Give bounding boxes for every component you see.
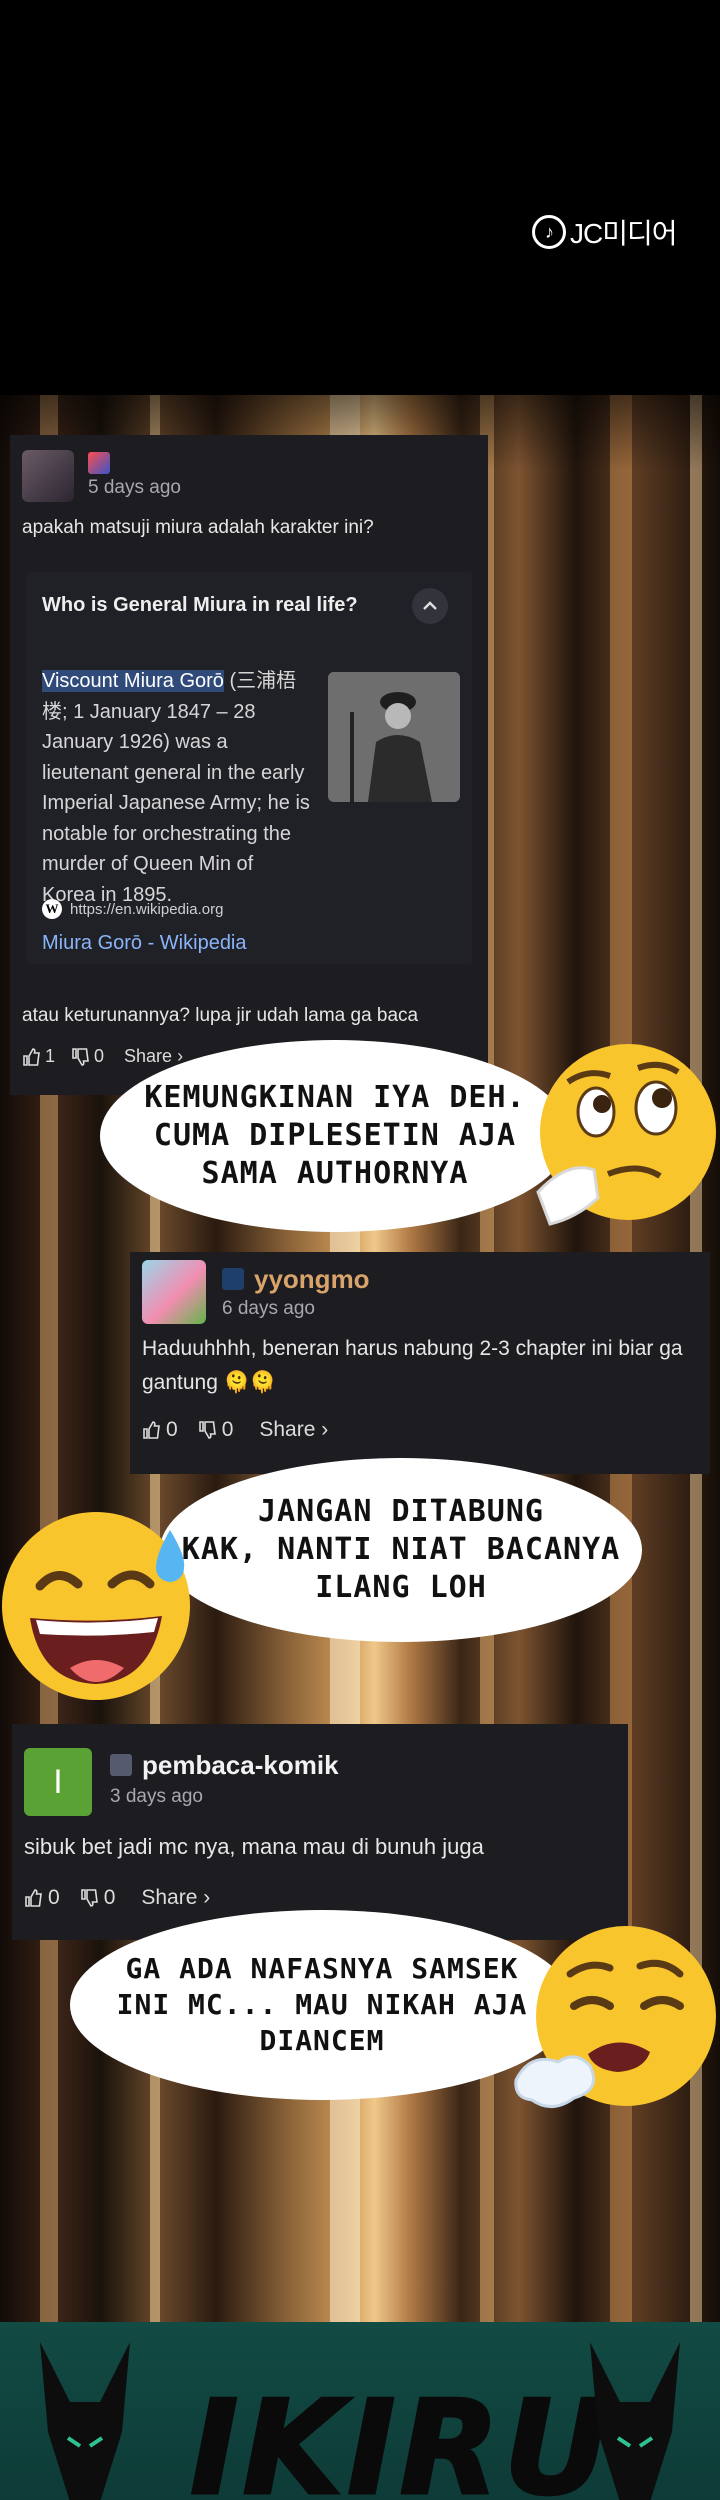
rank-badge-icon xyxy=(222,1268,244,1290)
dislike-count: 0 xyxy=(103,1886,116,1909)
like-button[interactable]: 0 xyxy=(24,1886,60,1910)
sweat-smile-icon xyxy=(0,1506,200,1707)
dislike-count: 0 xyxy=(94,1046,105,1066)
exhaling-face-icon xyxy=(514,1920,718,2125)
comment-text: sibuk bet jadi mc nya, mana mau di bunuh… xyxy=(24,1834,484,1859)
scanlation-banner: IKIRU xyxy=(0,2322,720,2500)
rank-badge-icon xyxy=(110,1754,132,1776)
wikipedia-icon: W xyxy=(42,899,62,919)
comment-text: apakah matsuji miura adalah karakter ini… xyxy=(22,517,374,538)
source-url: https://en.wikipedia.org xyxy=(70,900,224,918)
ai-overview-text: Viscount Miura Gorō (三浦梧楼; 1 January 184… xyxy=(42,666,312,910)
avatar[interactable] xyxy=(142,1260,206,1324)
watermark-logo: ♪ JC미디어 xyxy=(532,212,678,252)
comment-time: 5 days ago xyxy=(88,477,181,498)
thumbs-down-icon xyxy=(72,1047,89,1066)
jackal-head-icon xyxy=(590,2342,680,2500)
share-button[interactable]: Share › xyxy=(124,1046,183,1067)
avatar-letter: I xyxy=(53,1762,63,1801)
ai-overview-question: Who is General Miura in real life? xyxy=(42,594,358,616)
jackal-head-icon xyxy=(40,2342,130,2500)
comment-card-1: 5 days ago apakah matsuji miura adalah k… xyxy=(10,435,488,1095)
banner-title: IKIRU xyxy=(188,2371,614,2500)
like-count: 0 xyxy=(166,1418,178,1441)
username[interactable]: pembaca-komik xyxy=(142,1750,339,1781)
dislike-button[interactable]: 0 xyxy=(71,1046,104,1067)
comment-text-continued: atau keturunannya? lupa jir udah lama ga… xyxy=(22,1005,419,1026)
dislike-button[interactable]: 0 xyxy=(198,1418,234,1442)
thinking-face-icon xyxy=(528,1042,718,1237)
rank-badge-icon xyxy=(88,452,110,474)
speech-bubble-2: JANGAN DITABUNG KAK, NANTI NIAT BACANYA … xyxy=(160,1458,642,1642)
ai-overview-highlight: Viscount Miura Gorō xyxy=(42,670,224,692)
thumbs-down-icon xyxy=(198,1421,216,1439)
like-count: 1 xyxy=(45,1046,56,1066)
avatar[interactable]: I xyxy=(24,1748,92,1816)
speech-bubble-3: GA ADA NAFASNYA SAMSEK INI MC... MAU NIK… xyxy=(70,1910,574,2100)
historical-photo[interactable] xyxy=(328,672,460,802)
speech-bubble-text: JANGAN DITABUNG KAK, NANTI NIAT BACANYA … xyxy=(181,1494,621,1605)
source-row[interactable]: W https://en.wikipedia.org xyxy=(42,899,223,919)
chevron-up-icon xyxy=(423,601,437,610)
thumbs-down-icon xyxy=(80,1889,98,1907)
comment-time: 3 days ago xyxy=(110,1786,203,1807)
like-count: 0 xyxy=(48,1886,60,1909)
speech-bubble-text: KEMUNGKINAN IYA DEH. CUMA DIPLESETIN AJA… xyxy=(144,1080,526,1191)
ai-overview-panel: Who is General Miura in real life? Visco… xyxy=(26,572,472,964)
thumbs-up-icon xyxy=(143,1421,160,1439)
avatar[interactable] xyxy=(22,450,74,502)
comment-actions: 1 0 Share › xyxy=(22,1046,183,1067)
dislike-count: 0 xyxy=(221,1418,234,1441)
username[interactable]: yyongmo xyxy=(254,1264,370,1295)
music-note-icon: ♪ xyxy=(532,215,566,249)
comment-card-2: yyongmo 6 days ago Haduuhhhh, beneran ha… xyxy=(130,1252,710,1474)
portrait-image xyxy=(328,672,460,802)
dislike-button[interactable]: 0 xyxy=(80,1886,116,1910)
comment-actions: 0 0 Share › xyxy=(24,1886,210,1910)
share-button[interactable]: Share › xyxy=(259,1418,328,1442)
collapse-button[interactable] xyxy=(412,588,448,624)
like-button[interactable]: 1 xyxy=(22,1046,55,1067)
comment-text: Haduuhhhh, beneran harus nabung 2-3 chap… xyxy=(142,1337,683,1394)
comment-time: 6 days ago xyxy=(222,1298,315,1319)
comment-actions: 0 0 Share › xyxy=(142,1418,328,1442)
thumbs-up-icon xyxy=(25,1889,42,1907)
watermark-text: JC미디어 xyxy=(570,218,678,249)
ai-overview-body: (三浦梧楼; 1 January 1847 – 28 January 1926)… xyxy=(42,670,310,906)
share-button[interactable]: Share › xyxy=(141,1886,210,1910)
comment-card-3: I pembaca-komik 3 days ago sibuk bet jad… xyxy=(12,1724,628,1940)
source-link[interactable]: Miura Gorō - Wikipedia xyxy=(42,932,247,955)
speech-bubble-text: GA ADA NAFASNYA SAMSEK INI MC... MAU NIK… xyxy=(116,1952,528,2057)
speech-bubble-1: KEMUNGKINAN IYA DEH. CUMA DIPLESETIN AJA… xyxy=(100,1040,570,1232)
thumbs-up-icon xyxy=(23,1047,40,1066)
like-button[interactable]: 0 xyxy=(142,1418,178,1442)
